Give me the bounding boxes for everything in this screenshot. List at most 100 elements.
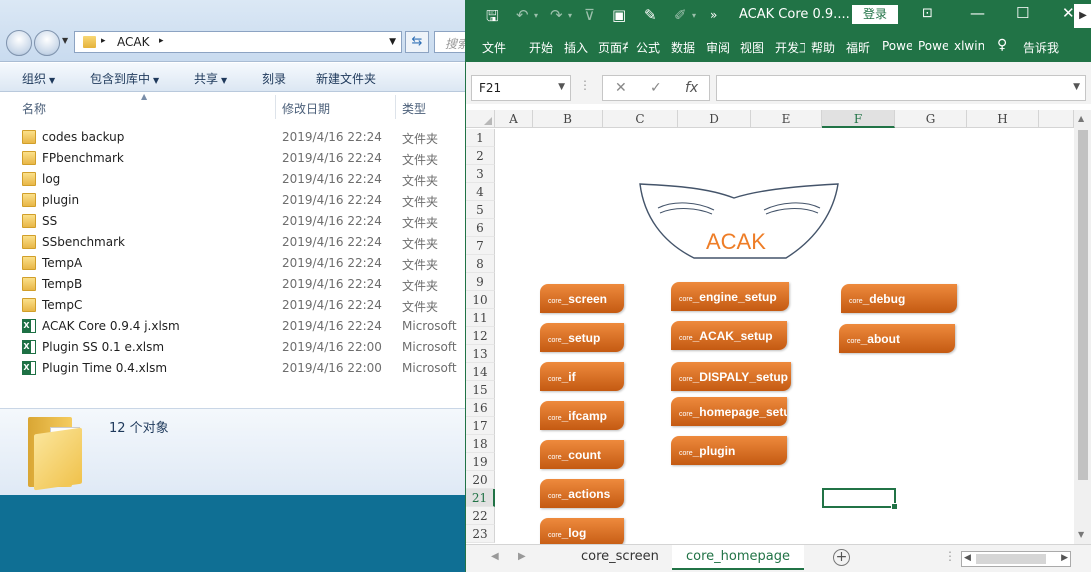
- insert-function-icon[interactable]: fx: [685, 80, 698, 96]
- formula-bar-resize-handle[interactable]: ⋮: [579, 78, 591, 92]
- column-header[interactable]: A: [495, 110, 533, 128]
- row-header[interactable]: 4: [466, 183, 495, 201]
- row-header[interactable]: 21: [466, 489, 495, 507]
- column-type[interactable]: 类型: [402, 100, 426, 117]
- macro-button-homepage-setu[interactable]: core_homepage_setu: [671, 397, 787, 426]
- macro-button-acak-setup[interactable]: core_ACAK_setup: [671, 321, 787, 350]
- file-row[interactable]: SSbenchmark 2019/4/16 22:24 文件夹: [0, 232, 466, 253]
- name-box[interactable]: F21 ▼: [471, 75, 571, 101]
- macro-button-debug[interactable]: core_debug: [841, 284, 957, 313]
- ribbon-tab[interactable]: 福昕: [846, 39, 870, 56]
- row-header[interactable]: 8: [466, 255, 495, 273]
- more-commands-icon[interactable]: »: [710, 8, 717, 22]
- camera-icon[interactable]: ▣: [612, 6, 626, 24]
- file-row[interactable]: FPbenchmark 2019/4/16 22:24 文件夹: [0, 148, 466, 169]
- macro-button-ifcamp[interactable]: core_ifcamp: [540, 401, 624, 430]
- tab-split-handle[interactable]: ⋮: [944, 549, 956, 563]
- macro-button-log[interactable]: core_log: [540, 518, 624, 544]
- horizontal-scrollbar[interactable]: ◀ ▶: [961, 551, 1071, 567]
- ribbon-tab[interactable]: xlwin: [954, 39, 984, 53]
- file-row[interactable]: codes backup 2019/4/16 22:24 文件夹: [0, 127, 466, 148]
- formula-input[interactable]: ▼: [716, 75, 1086, 101]
- ribbon-tab[interactable]: 公式: [636, 39, 660, 56]
- macro-button-screen[interactable]: core_screen: [540, 284, 624, 313]
- ribbon-tab[interactable]: 视图: [740, 39, 764, 56]
- file-row[interactable]: Plugin Time 0.4.xlsm 2019/4/16 22:00 Micro…: [0, 358, 466, 379]
- ribbon-tab[interactable]: 审阅: [706, 39, 730, 56]
- column-name[interactable]: 名称: [22, 100, 46, 117]
- ribbon-tab[interactable]: 页面布: [598, 39, 628, 56]
- macro-button-plugin[interactable]: core_plugin: [671, 436, 787, 465]
- breadcrumb-acak[interactable]: ACAK: [117, 35, 149, 49]
- active-cell-selection[interactable]: [822, 488, 898, 510]
- close-icon[interactable]: ✕: [1062, 4, 1075, 22]
- scroll-left-icon[interactable]: ◀: [964, 553, 971, 563]
- search-input[interactable]: 搜索: [434, 31, 466, 53]
- redo-dropdown-icon[interactable]: ▾: [568, 11, 572, 20]
- undo-icon[interactable]: ↶: [516, 6, 529, 24]
- column-header[interactable]: B: [533, 110, 603, 128]
- ribbon-scroll-right-icon[interactable]: ▶: [1074, 4, 1091, 28]
- login-button[interactable]: 登录: [852, 5, 898, 24]
- row-header[interactable]: 22: [466, 507, 495, 525]
- worksheet-grid[interactable]: ABCDEFGH 1 2 3 4 5 6 7 8 9 10 11 12 13 14 15 16 17 18 19 20…: [466, 110, 1074, 544]
- row-header[interactable]: 7: [466, 237, 495, 255]
- ribbon-tab[interactable]: 插入: [564, 39, 588, 56]
- ribbon-tab[interactable]: 数据: [671, 39, 695, 56]
- file-row[interactable]: plugin 2019/4/16 22:24 文件夹: [0, 190, 466, 211]
- scroll-up-icon[interactable]: ▲: [1078, 114, 1084, 123]
- horizontal-scroll-thumb[interactable]: [976, 554, 1046, 564]
- row-header[interactable]: 5: [466, 201, 495, 219]
- column-header[interactable]: [1039, 110, 1074, 128]
- ribbon-display-options-icon[interactable]: ⊡: [922, 6, 933, 21]
- row-header[interactable]: 10: [466, 291, 495, 309]
- column-divider[interactable]: [275, 95, 276, 119]
- back-button[interactable]: [6, 30, 32, 56]
- ribbon-tab[interactable]: 文件: [482, 39, 506, 56]
- include-library-button[interactable]: 包含到库中 ▼: [90, 70, 159, 87]
- file-row[interactable]: SS 2019/4/16 22:24 文件夹: [0, 211, 466, 232]
- row-header[interactable]: 13: [466, 345, 495, 363]
- next-sheet-icon[interactable]: ▶: [518, 551, 526, 562]
- file-row[interactable]: TempB 2019/4/16 22:24 文件夹: [0, 274, 466, 295]
- address-dropdown-icon[interactable]: ▼: [389, 37, 396, 47]
- column-header[interactable]: H: [967, 110, 1039, 128]
- macro-button-engine-setup[interactable]: core_engine_setup: [671, 282, 789, 311]
- row-header[interactable]: 23: [466, 525, 495, 543]
- row-header[interactable]: 15: [466, 381, 495, 399]
- row-header[interactable]: 11: [466, 309, 495, 327]
- column-modified[interactable]: 修改日期: [282, 100, 330, 117]
- row-header[interactable]: 16: [466, 399, 495, 417]
- cancel-icon[interactable]: ✕: [615, 80, 627, 96]
- macro-button-dispaly-setup[interactable]: core_DISPALY_setup: [671, 362, 791, 391]
- macro-button-count[interactable]: core_count: [540, 440, 624, 469]
- row-header[interactable]: 1: [466, 129, 495, 147]
- row-header[interactable]: 2: [466, 147, 495, 165]
- ribbon-tab[interactable]: 帮助: [811, 39, 835, 56]
- column-header[interactable]: G: [895, 110, 967, 128]
- column-divider[interactable]: [395, 95, 396, 119]
- ribbon-tab[interactable]: Powe: [918, 39, 948, 53]
- vertical-scrollbar[interactable]: ▲ ▼: [1074, 110, 1091, 544]
- row-header[interactable]: 14: [466, 363, 495, 381]
- ribbon-tab[interactable]: 开发工: [775, 39, 805, 56]
- macro-button-if[interactable]: core_if: [540, 362, 624, 391]
- forward-button[interactable]: [34, 30, 60, 56]
- row-header[interactable]: 3: [466, 165, 495, 183]
- breadcrumb-arrow-icon[interactable]: ▸: [159, 36, 164, 46]
- row-header[interactable]: 12: [466, 327, 495, 345]
- share-button[interactable]: 共享 ▼: [194, 70, 227, 87]
- undo-dropdown-icon[interactable]: ▾: [534, 11, 538, 20]
- column-header[interactable]: F: [822, 110, 895, 128]
- macro-button-about[interactable]: core_about: [839, 324, 955, 353]
- file-row[interactable]: TempC 2019/4/16 22:24 文件夹: [0, 295, 466, 316]
- enter-icon[interactable]: ✓: [650, 80, 662, 96]
- organize-button[interactable]: 组织 ▼: [22, 70, 55, 87]
- address-input[interactable]: ▸ ACAK ▸ ▼: [74, 31, 402, 53]
- row-header[interactable]: 17: [466, 417, 495, 435]
- lightbulb-icon[interactable]: ♀: [997, 37, 1007, 53]
- minimize-icon[interactable]: —: [970, 4, 985, 22]
- scroll-right-icon[interactable]: ▶: [1061, 553, 1068, 563]
- column-header[interactable]: D: [678, 110, 751, 128]
- maximize-icon[interactable]: ☐: [1016, 4, 1029, 22]
